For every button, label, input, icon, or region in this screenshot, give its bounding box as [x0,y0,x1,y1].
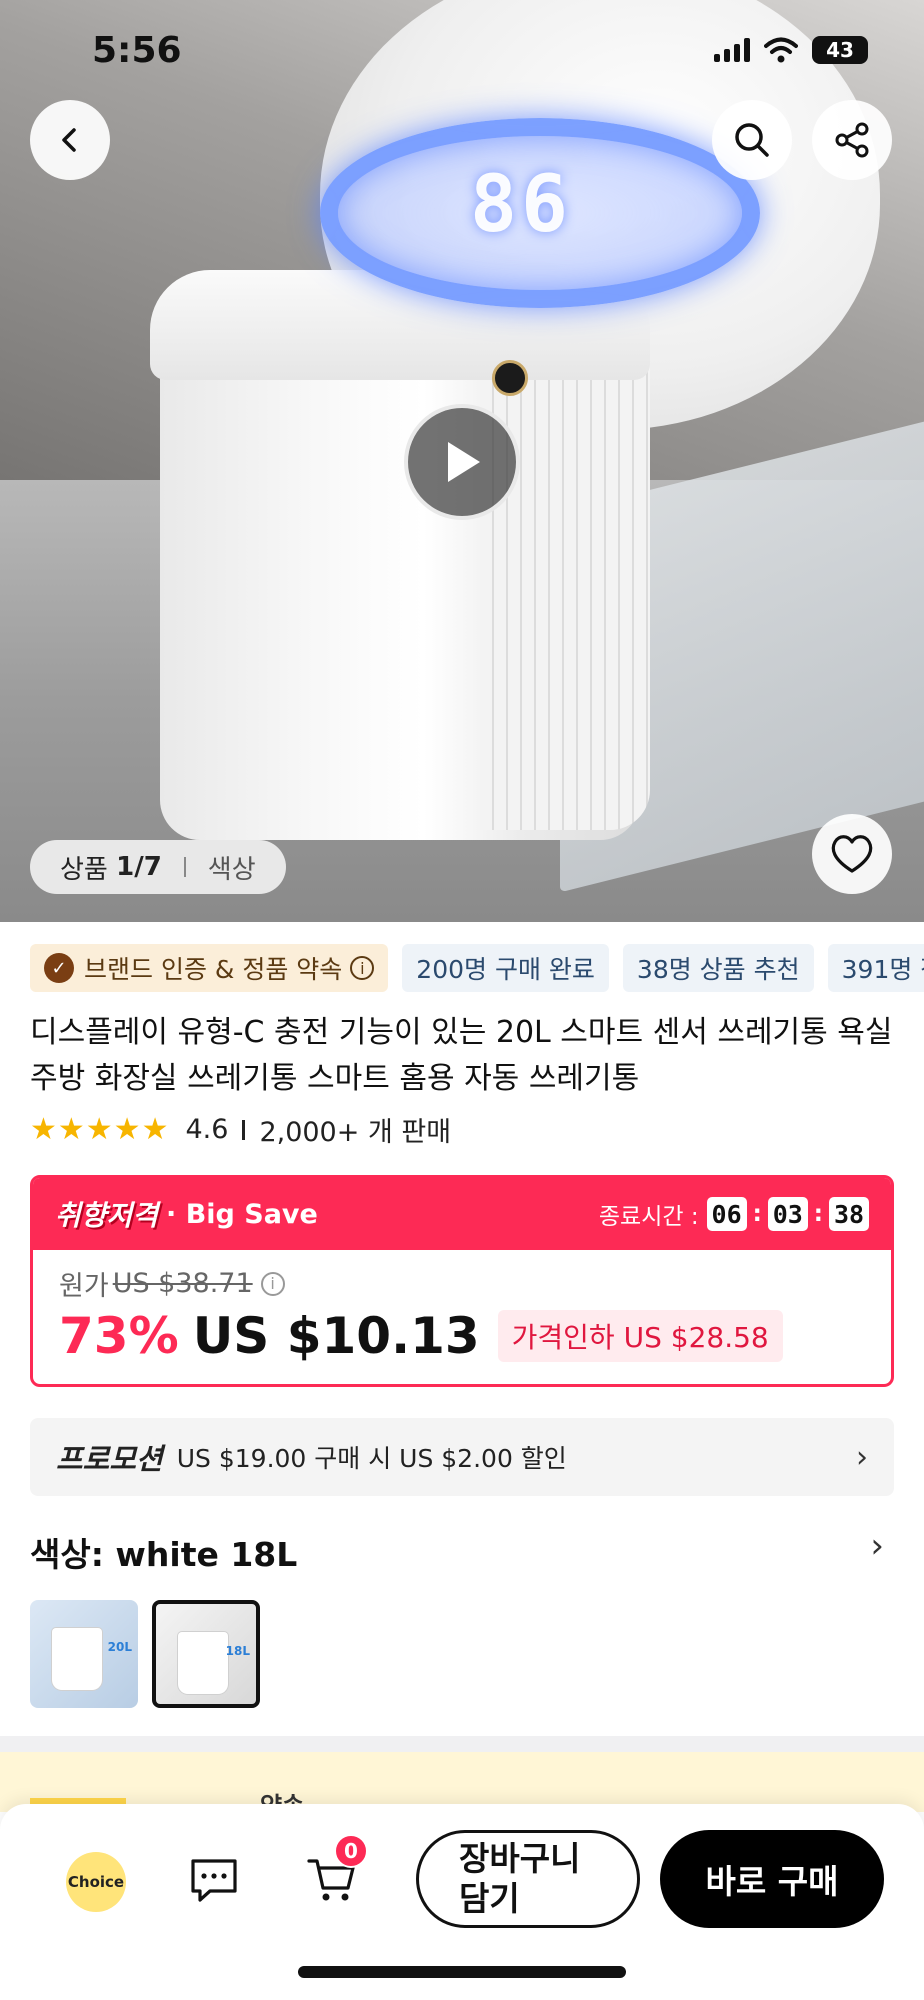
brand-guarantee-label: 브랜드 인증 & 정품 약속 [84,955,343,984]
original-price: US $38.71 [112,1268,253,1299]
back-button[interactable] [30,100,110,180]
buy-now-button[interactable]: 바로 구매 [660,1830,884,1928]
play-video-button[interactable] [404,404,520,520]
countdown-label: 종료시간 : [598,1204,699,1230]
verified-icon: ✓ [44,953,74,983]
price-body: 원가 US $38.71 i 73% US $10.13 가격인하 US $28… [33,1250,891,1379]
chat-icon [191,1859,237,1902]
brand-guarantee-tag[interactable]: ✓ 브랜드 인증 & 정품 약속 i [30,944,389,992]
counter-separator [183,857,186,877]
status-icons: 43 [714,36,868,64]
image-counter-prefix: 상품 [60,854,108,885]
purchase-count-tag: 200명 구매 완료 [402,944,609,992]
sale-brand: 취향저격 · Big Save [55,1194,318,1234]
countdown-seconds: 38 [829,1197,869,1231]
countdown-minutes: 03 [767,1197,808,1231]
chevron-right-icon: › [856,1439,868,1475]
back-icon [62,128,76,152]
color-swatch-20l[interactable]: 20L [30,1600,138,1708]
cart-count-badge: 0 [334,1834,368,1868]
search-button[interactable] [712,100,792,180]
star-rating-icon: ★★★★★ [30,1112,170,1147]
play-icon [448,442,480,482]
color-swatch-18l-selected[interactable]: 18L [152,1600,260,1708]
price-drop-badge: 가격인하 US $28.58 [497,1310,783,1362]
search-icon [735,123,769,157]
price-row: 73% US $10.13 가격인하 US $28.58 [59,1307,865,1365]
chat-button[interactable] [186,1852,242,1908]
product-title: 디스플레이 유형-C 충전 기능이 있는 20L 스마트 센서 쓰레기통 욕실 … [30,1015,893,1096]
original-price-row: 원가 US $38.71 i [59,1264,865,1303]
share-icon [835,122,869,158]
discount-percent: 73% [59,1307,179,1365]
info-icon[interactable]: i [260,1271,285,1296]
extra-count-label: 391명 장 [841,955,924,984]
signal-icon [714,38,750,62]
countdown-colon: : [813,1201,823,1227]
promotion-title: 프로모션 [56,1442,163,1476]
rating-value: 4.6 [185,1114,229,1145]
share-button[interactable] [812,100,892,180]
sale-header: 취향저격 · Big Save 종료시간 : 06 : 03 : 38 [33,1178,891,1250]
image-counter-value: 1/7 [116,852,162,882]
heart-icon [831,835,873,873]
promotion-row[interactable]: 프로모션 US $19.00 구매 시 US $2.00 할인 › [30,1418,894,1496]
home-indicator[interactable] [298,1966,626,1978]
bin-sensor [492,360,528,396]
hero-display-number: 86 [470,160,572,250]
image-counter[interactable]: 상품 1/7 색상 [30,840,286,894]
choice-button[interactable]: Choice [66,1852,126,1912]
original-price-label: 원가 [59,1271,109,1302]
choice-promise-strip [0,1752,924,1812]
wifi-icon [764,37,798,63]
swatch-bin-image [52,1628,102,1690]
chevron-right-icon[interactable]: › [870,1526,884,1566]
rating-separator [242,1119,246,1140]
sale-label: · Big Save [166,1198,318,1230]
purchase-count-label: 200명 구매 완료 [416,955,595,984]
add-to-cart-button[interactable]: 장바구니 담기 [416,1830,640,1928]
extra-count-tag: 391명 장 [827,944,924,992]
swatch-text: 20L [107,1640,132,1654]
color-selection-label[interactable]: 색상: white 18L [30,1528,297,1576]
swatch-text: 18L [225,1644,250,1658]
rating-row[interactable]: ★★★★★ 4.6 2,000+ 개 판매 [30,1110,451,1149]
info-icon: i [350,956,375,980]
bin-stripes [480,340,650,830]
color-image-tab[interactable]: 색상 [208,849,256,886]
status-time: 5:56 [92,30,182,71]
section-divider [0,1736,924,1752]
countdown-hours: 06 [706,1197,747,1231]
current-price: US $10.13 [192,1307,480,1365]
battery-icon: 43 [812,36,868,64]
hero-trash-bin [150,270,660,850]
sale-logo: 취향저격 [55,1199,159,1232]
recommend-count-tag: 38명 상품 추천 [622,944,814,992]
countdown: 종료시간 : 06 : 03 : 38 [599,1197,869,1231]
promotion-text: US $19.00 구매 시 US $2.00 할인 [176,1444,567,1473]
recommend-count-label: 38명 상품 추천 [636,955,800,984]
sold-count: 2,000+ 개 판매 [259,1117,452,1148]
tag-row[interactable]: ✓ 브랜드 인증 & 정품 약속 i 200명 구매 완료 38명 상품 추천 … [30,944,924,992]
price-box: 취향저격 · Big Save 종료시간 : 06 : 03 : 38 원가 U… [30,1175,894,1387]
swatch-bin-image [178,1632,228,1694]
wishlist-button[interactable] [812,814,892,894]
countdown-colon: : [752,1201,762,1227]
